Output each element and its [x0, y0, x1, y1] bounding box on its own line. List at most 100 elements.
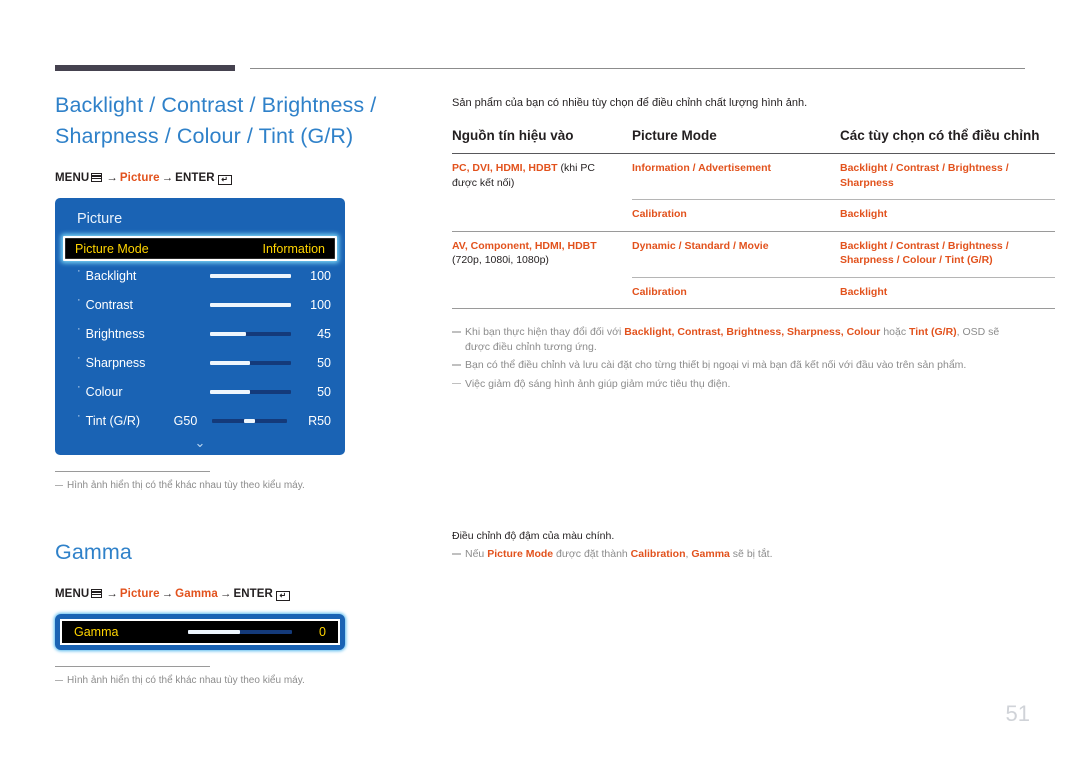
- gamma-note-hl-gamma: Gamma: [691, 548, 730, 560]
- osd-contrast-label: Contrast: [85, 297, 133, 312]
- osd-row-contrast[interactable]: · Contrast 100: [55, 290, 345, 319]
- osd-contrast-value: 100: [310, 297, 331, 312]
- osd-row-picture-mode[interactable]: Picture Mode Information: [63, 236, 337, 261]
- path-arrow-2: →: [161, 172, 174, 184]
- enter-label: ENTER: [175, 172, 215, 184]
- note-dash-icon: [452, 364, 461, 366]
- chevron-down-icon[interactable]: ⌄: [55, 435, 345, 449]
- gamma-osd-panel: Gamma 0: [55, 614, 345, 650]
- gamma-osd-slider[interactable]: [188, 630, 292, 634]
- note-dash-icon: [55, 680, 63, 681]
- osd-contrast-slider[interactable]: [209, 302, 291, 307]
- osd-sharpness-label: Sharpness: [85, 355, 146, 370]
- osd-picture-mode-label: Picture Mode: [75, 241, 149, 256]
- page-number: 51: [1005, 701, 1030, 726]
- menu-label: MENU: [55, 588, 90, 600]
- table-note-1: Khi bạn thực hiện thay đổi đối với Backl…: [452, 325, 1025, 354]
- osd-bullet-icon: ·: [77, 294, 81, 306]
- table-cell-options: Backlight / Contrast / Brightness / Shar…: [840, 162, 1009, 189]
- gamma-note: Nếu Picture Mode được đặt thành Calibrat…: [452, 547, 1025, 562]
- osd-backlight-slider[interactable]: [209, 273, 291, 278]
- source-highlight: AV, Component, HDMI, HDBT: [452, 239, 597, 252]
- table-cell-source: AV, Component, HDMI, HDBT (720p, 1080i, …: [452, 232, 632, 278]
- gamma-note-suffix: sẽ bị tắt.: [729, 548, 773, 560]
- osd-row-brightness[interactable]: · Brightness 45: [55, 319, 345, 348]
- gamma-title: Gamma: [55, 540, 132, 564]
- table-note-2-text: Bạn có thể điều chỉnh và lưu cài đặt cho…: [465, 359, 967, 371]
- osd-brightness-label: Brightness: [85, 326, 145, 341]
- gamma-note-hl-picture-mode: Picture Mode: [487, 548, 554, 560]
- note-dash-icon: [55, 485, 63, 486]
- enter-key-icon: ↵: [217, 175, 232, 185]
- page-header-rule: [0, 0, 1080, 80]
- table-header-row: Nguồn tín hiệu vào Picture Mode Các tùy …: [452, 127, 1055, 154]
- osd-row-colour[interactable]: · Colour 50: [55, 377, 345, 406]
- gamma-description-block: Điều chỉnh độ đậm của màu chính. Nếu Pic…: [452, 529, 1025, 562]
- table-cell-options: Backlight / Contrast / Brightness / Shar…: [840, 239, 1009, 267]
- osd-row-tint[interactable]: · Tint (G/R) G50 R50: [55, 406, 345, 435]
- gamma-note-text: Nếu Picture Mode được đặt thành Calibrat…: [465, 547, 773, 562]
- note-highlight-2: Tint (G/R): [909, 326, 957, 338]
- menu-path-step-picture[interactable]: Picture: [120, 172, 160, 184]
- gamma-note-mid-1: được đặt thành: [553, 548, 631, 560]
- path-arrow-1: →: [106, 172, 118, 184]
- note-dash-icon: [452, 331, 461, 333]
- osd-panel-title: Picture: [77, 211, 123, 227]
- note-highlight: Backlight, Contrast, Brightness, Sharpne…: [624, 326, 881, 338]
- table-cell-source: PC, DVI, HDMI, HDBT (khi PC được kết nối…: [452, 154, 632, 200]
- gamma-description: Điều chỉnh độ đậm của màu chính.: [452, 530, 615, 542]
- osd-brightness-slider[interactable]: [209, 331, 291, 336]
- table-note-3-text: Việc giảm độ sáng hình ảnh giúp giảm mức…: [465, 377, 731, 390]
- table-cell-mode: Calibration: [632, 199, 840, 231]
- source-plain: (720p, 1080i, 1080p): [452, 254, 549, 266]
- osd-bullet-icon: ·: [77, 323, 81, 335]
- table-row: AV, Component, HDMI, HDBT (720p, 1080i, …: [452, 232, 1055, 278]
- table-cell-options: Backlight: [840, 199, 1055, 231]
- path-arrow-1: →: [106, 588, 118, 600]
- osd-tint-label: Tint (G/R): [85, 413, 141, 428]
- right-column: Sản phẩm của bạn có nhiều tùy chọn để đi…: [452, 96, 1055, 566]
- table-header-source: Nguồn tín hiệu vào: [452, 128, 574, 143]
- enter-label: ENTER: [233, 588, 273, 600]
- table-note-1-text: Khi bạn thực hiện thay đổi đối với Backl…: [465, 325, 1025, 354]
- osd-row-sharpness[interactable]: · Sharpness 50: [55, 348, 345, 377]
- table-note-3: Việc giảm độ sáng hình ảnh giúp giảm mức…: [452, 377, 1025, 392]
- note-dash-icon: [452, 382, 461, 384]
- enter-key-icon: ↵: [275, 591, 290, 601]
- table-cell-mode: Information / Advertisement: [632, 162, 772, 174]
- note-prefix: Khi bạn thực hiện thay đổi đối với: [465, 326, 625, 338]
- menu-path-gamma: MENU → Picture → Gamma → ENTER ↵: [55, 588, 425, 601]
- table-cell-mode: Dynamic / Standard / Movie: [632, 239, 769, 252]
- osd-bullet-icon: ·: [77, 265, 81, 277]
- osd-backlight-value: 100: [310, 268, 331, 283]
- osd-sharpness-value: 50: [317, 355, 331, 370]
- gamma-osd-row[interactable]: Gamma 0: [60, 619, 340, 645]
- table-cell-source: [452, 200, 632, 232]
- picture-footnote-text: Hình ảnh hiển thị có thể khác nhau tùy t…: [67, 480, 305, 491]
- menu-path-step-picture[interactable]: Picture: [120, 588, 160, 600]
- osd-tint-slider[interactable]: [211, 418, 287, 423]
- picture-osd-panel: Picture Picture Mode Information · Backl…: [55, 198, 345, 455]
- osd-colour-slider[interactable]: [209, 389, 291, 394]
- osd-bullet-icon: ·: [77, 352, 81, 364]
- table-row: PC, DVI, HDMI, HDBT (khi PC được kết nối…: [452, 154, 1055, 200]
- picture-footnote: Hình ảnh hiển thị có thể khác nhau tùy t…: [55, 479, 425, 493]
- osd-bullet-icon: ·: [77, 410, 81, 422]
- header-thin-rule: [250, 68, 1025, 69]
- gamma-note-hl-calibration: Calibration: [630, 548, 686, 560]
- table-header-options: Các tùy chọn có thể điều chỉnh: [840, 128, 1040, 143]
- left-column: Backlight / Contrast / Brightness / Shar…: [55, 90, 425, 688]
- note-dash-icon: [452, 553, 461, 555]
- table-cell-source: [452, 277, 632, 309]
- menu-path-picture: MENU → Picture → ENTER ↵: [55, 172, 425, 185]
- osd-sharpness-slider[interactable]: [209, 360, 291, 365]
- note-mid: hoặc: [880, 326, 910, 338]
- osd-row-backlight[interactable]: · Backlight 100: [55, 261, 345, 290]
- path-arrow-3: →: [219, 588, 232, 600]
- menu-path-step-gamma[interactable]: Gamma: [175, 588, 218, 600]
- table-cell-mode: Calibration: [632, 276, 840, 309]
- table-row: Calibration Backlight: [452, 276, 1055, 309]
- gamma-note-prefix: Nếu: [465, 548, 488, 560]
- menu-grid-icon: [91, 173, 103, 182]
- header-accent-bar: [55, 65, 235, 71]
